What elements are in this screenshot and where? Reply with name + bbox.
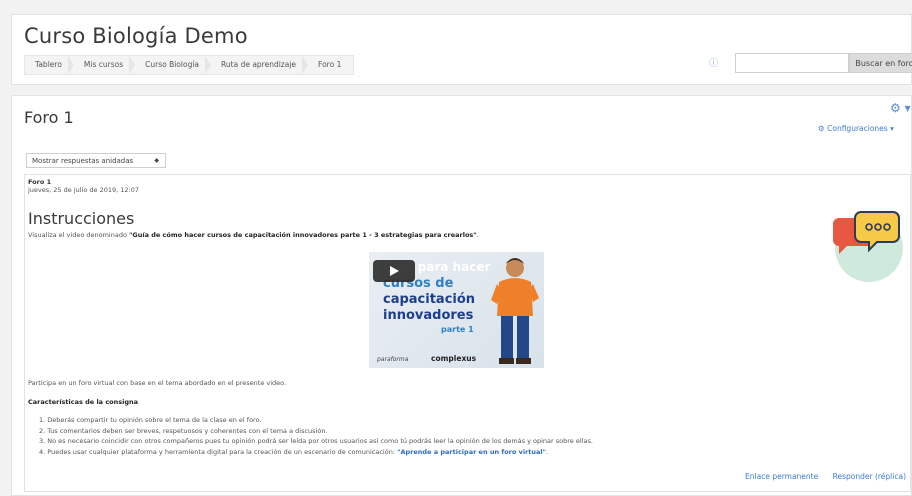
list-item: 1. Deberás compartir tu opinión sobre el… [39, 416, 262, 424]
intro-prefix: Visualiza el video denominado [28, 231, 129, 239]
post-intro: Visualiza el video denominado "Guía de c… [28, 231, 479, 239]
settings-menu[interactable]: ⚙ Configuraciones ▾ [818, 124, 894, 133]
video-line-5: parte 1 [441, 325, 474, 334]
search-forums-button[interactable]: Buscar en foros [849, 53, 912, 73]
breadcrumb-item-mis-cursos[interactable]: Mis cursos [74, 56, 136, 74]
post-subject: Foro 1 [28, 178, 52, 186]
help-icon[interactable]: ⓘ [709, 56, 718, 69]
reply-link[interactable]: Responder (réplica) [833, 472, 906, 481]
breadcrumb: Tablero Mis cursos Curso Biología Ruta d… [24, 55, 355, 75]
display-mode-select[interactable]: Mostrar respuestas anidadas ◆ [26, 153, 166, 168]
permalink-link[interactable]: Enlace permanente [745, 472, 818, 481]
forum-guide-link[interactable]: "Aprende a participar en un foro virtual… [397, 448, 546, 456]
breadcrumb-item-tablero[interactable]: Tablero [25, 56, 74, 74]
post-date: jueves, 25 de julio de 2019, 12:07 [28, 186, 139, 194]
characteristics-title: Características de la consigna [28, 398, 139, 406]
list-item: 2. Tus comentarios deben ser breves, res… [39, 426, 328, 435]
forum-post: Foro 1 jueves, 25 de julio de 2019, 12:0… [24, 174, 911, 492]
list-item: 4. Puedes usar cualquier plataforma y he… [39, 448, 593, 459]
participate-text: Participa en un foro virtual con base en… [28, 379, 287, 387]
select-caret-icon: ◆ [154, 157, 159, 164]
intro-video-title: "Guía de cómo hacer cursos de capacitaci… [129, 231, 477, 239]
play-button[interactable] [373, 260, 415, 282]
settings-label: Configuraciones ▾ [827, 124, 894, 133]
video-line-3: capacitación [383, 292, 476, 307]
forum-search-input[interactable] [735, 53, 849, 73]
gear-icon[interactable]: ⚙ ▾ [890, 101, 911, 115]
instructions-list: 1. Deberás compartir tu opinión sobre el… [39, 416, 593, 458]
forum-main: Foro 1 ⚙ ▾ ⚙ Configuraciones ▾ Mostrar r… [11, 95, 912, 496]
brand-logo-right: complexus [431, 354, 477, 363]
video-player[interactable]: Guía para hacer cursos de capacitación i… [369, 252, 544, 368]
breadcrumb-item-curso[interactable]: Curso Biología [135, 56, 211, 74]
breadcrumb-item-foro[interactable]: Foro 1 [308, 56, 353, 74]
brand-logo-left: paraforma [377, 356, 409, 363]
intro-suffix: . [476, 231, 479, 239]
item4-suffix: . [546, 447, 549, 456]
chat-bubbles-icon [833, 211, 903, 282]
breadcrumb-item-ruta[interactable]: Ruta de aprendizaje [211, 56, 309, 74]
page-title: Foro 1 [24, 108, 74, 127]
video-line-4: innovadores [383, 308, 474, 323]
presenter-illustration [491, 258, 539, 364]
course-header: Curso Biología Demo Tablero Mis cursos C… [11, 14, 912, 85]
display-mode-value: Mostrar respuestas anidadas [32, 156, 134, 165]
list-item: 3. No es necesario coincidir con otros c… [39, 437, 593, 445]
gear-small-icon: ⚙ [818, 124, 825, 133]
course-title: Curso Biología Demo [24, 24, 248, 48]
item4-prefix: 4. Puedes usar cualquier plataforma y he… [39, 447, 398, 456]
post-actions: Enlace permanente Responder (réplica) [733, 472, 906, 481]
post-heading: Instrucciones [28, 209, 135, 228]
